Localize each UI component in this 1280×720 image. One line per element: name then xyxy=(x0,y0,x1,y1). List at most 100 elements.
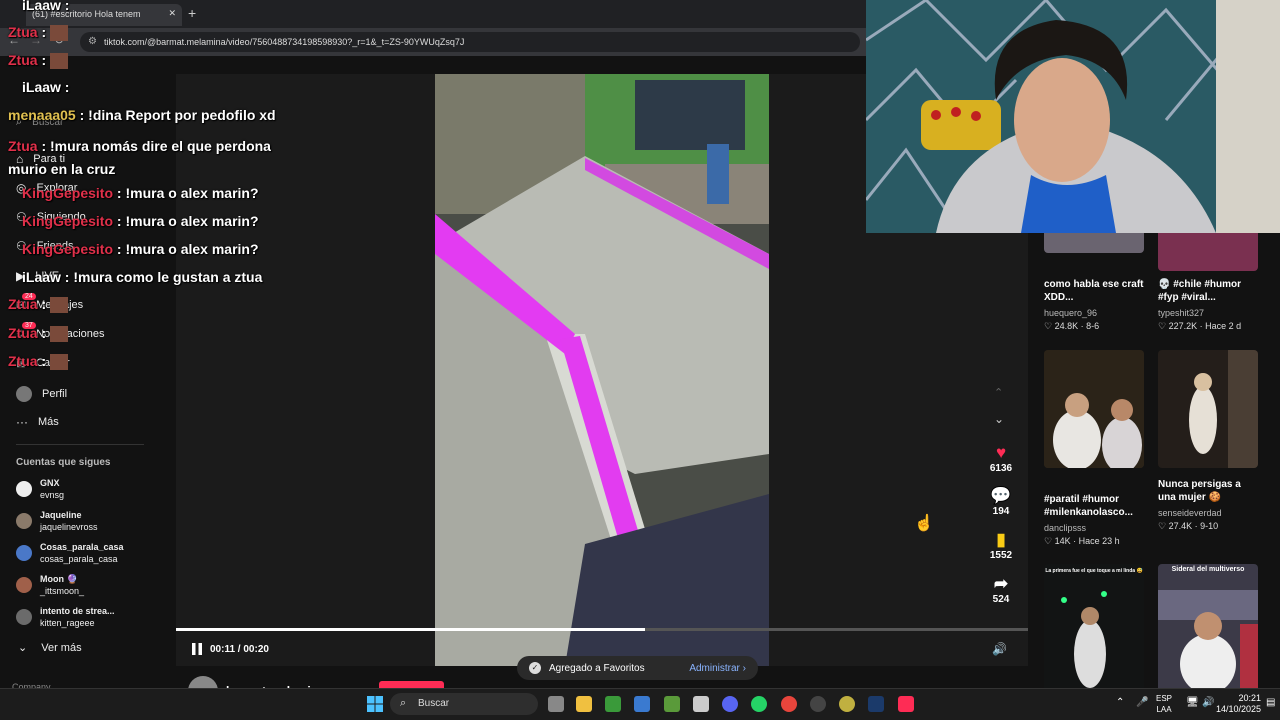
chat-message: Ztua : xyxy=(8,296,69,314)
chat-username: menaaa05 xyxy=(8,107,76,123)
feed-thumbnail xyxy=(1158,233,1258,271)
network-icon[interactable]: 🖥 xyxy=(1186,697,1199,708)
steam-icon[interactable] xyxy=(868,696,884,712)
feed-card[interactable]: Sideral del multiverso xyxy=(1158,564,1258,688)
webcam-image xyxy=(866,0,1280,233)
account-handle: cosas_parala_casa xyxy=(40,554,118,564)
chat-text: !mura o alex marin? xyxy=(125,213,259,229)
feed-user: typeshit327 xyxy=(1158,308,1205,318)
previous-video-button[interactable]: ⌃ xyxy=(994,386,1003,399)
taskbar-clock[interactable]: 20:21 14/10/2025 xyxy=(1216,693,1261,715)
address-bar[interactable]: tiktok.com/@barmat.melamina/video/756048… xyxy=(80,32,860,52)
thumbnail-caption: Sideral del multiverso xyxy=(1171,566,1245,573)
avatar xyxy=(16,545,32,561)
share-icon: ➦ xyxy=(993,574,1009,593)
discord-icon[interactable] xyxy=(722,696,738,712)
share-button[interactable]: ➦ 524 xyxy=(984,574,1018,605)
site-info-icon[interactable]: ⚙ xyxy=(88,36,97,47)
chat-message: iLaaw : xyxy=(22,79,70,95)
tray-chevron-icon[interactable]: ⌃ xyxy=(1116,697,1124,708)
chat-emote xyxy=(50,53,69,70)
chrome-icon[interactable] xyxy=(781,696,797,712)
chat-text: !mura o alex marin? xyxy=(125,241,259,257)
pause-button[interactable] xyxy=(190,642,204,656)
feed-meta: ♡ 27.4K · 9-10 xyxy=(1158,521,1219,531)
feed-card[interactable]: 💀 #chile #humor #fyp #viral... typeshit3… xyxy=(1158,233,1258,332)
feed-card[interactable]: La primera fue el que toque a mi linda 😅 xyxy=(1044,564,1144,688)
comment-button[interactable]: 💬 194 xyxy=(984,486,1018,517)
chat-emote xyxy=(50,354,69,371)
feed-card[interactable]: Nunca persigas a una mujer 🍪 senseidever… xyxy=(1158,350,1258,532)
account-name: GNX xyxy=(40,478,60,488)
next-video-button[interactable]: ⌄ xyxy=(994,412,1004,426)
video-content-image xyxy=(435,74,769,666)
chat-text: !mura como le gustan a ztua xyxy=(73,269,263,285)
feed-card[interactable]: como habla ese craft XDD... huequero_96 … xyxy=(1044,233,1144,332)
feed-user: danclipsss xyxy=(1044,523,1087,533)
volume-icon[interactable]: 🔊 xyxy=(992,642,1007,656)
chat-message: KingGepesito : !mura o alex marin? xyxy=(22,213,259,229)
following-account[interactable]: Cosas_parala_casa cosas_parala_casa xyxy=(16,541,124,565)
avatar xyxy=(16,481,32,497)
share-count: 524 xyxy=(992,594,1010,605)
tiktok-app-icon[interactable] xyxy=(898,696,914,712)
store-icon[interactable] xyxy=(634,696,650,712)
avatar xyxy=(16,513,32,529)
sidebar-divider xyxy=(16,444,144,445)
more-dots-icon: ··· xyxy=(16,415,28,429)
thumbnail-image xyxy=(1044,564,1144,688)
taskbar-search-label: Buscar xyxy=(418,698,450,709)
microphone-icon[interactable]: 🎤 xyxy=(1136,697,1148,708)
chat-text: !dina Report por pedofilo xd xyxy=(88,107,276,123)
save-count: 1552 xyxy=(989,550,1013,561)
feed-meta: ♡ 227.2K · Hace 2 d xyxy=(1158,321,1242,331)
app-icon-2[interactable] xyxy=(839,696,855,712)
chat-emote xyxy=(50,326,69,343)
following-account[interactable]: GNX evnsg xyxy=(16,477,64,501)
thumbnail-image xyxy=(1044,350,1144,468)
chat-message: Ztua : xyxy=(8,353,69,371)
sidebar-item-perfil[interactable]: Perfil xyxy=(16,386,67,402)
windows-start-icon[interactable] xyxy=(367,696,383,712)
account-name: intento de strea... xyxy=(40,606,115,616)
taskbar-search[interactable]: ⌕ Buscar xyxy=(390,693,538,715)
pause-icon xyxy=(192,643,202,655)
speaker-icon[interactable]: 🔊 xyxy=(1202,697,1214,708)
video-time: 00:11 / 00:20 xyxy=(210,644,269,655)
see-more-link[interactable]: ⌄ Ver más xyxy=(18,641,82,654)
account-name: Cosas_parala_casa xyxy=(40,542,124,552)
video-frame[interactable] xyxy=(435,74,769,666)
chat-message: KingGepesito : !mura o alex marin? xyxy=(22,241,259,257)
whatsapp-icon[interactable] xyxy=(751,696,767,712)
close-tab-icon[interactable]: ✕ xyxy=(168,8,176,19)
task-view-icon[interactable] xyxy=(548,696,564,712)
chat-username: Ztua xyxy=(8,138,38,154)
chat-username: Ztua xyxy=(8,353,38,369)
following-account[interactable]: Moon 🔮 _ittsmoon_ xyxy=(16,573,84,597)
obs-icon[interactable] xyxy=(810,696,826,712)
like-button[interactable]: ♥ 6136 xyxy=(984,443,1018,474)
feed-thumbnail xyxy=(1158,564,1258,688)
avatar xyxy=(16,577,32,593)
language-indicator[interactable]: ESP LAA xyxy=(1156,693,1172,715)
sidebar-item-mas[interactable]: ··· Más xyxy=(16,415,59,429)
feed-meta: ♡ 14K · Hace 23 h xyxy=(1044,536,1120,546)
chat-message: Ztua : xyxy=(8,24,69,42)
toast-message: Agregado a Favoritos xyxy=(549,662,645,674)
manage-link[interactable]: Administrar › xyxy=(689,663,746,674)
new-tab-button[interactable]: + xyxy=(188,5,196,21)
xbox-icon[interactable] xyxy=(605,696,621,712)
feed-card[interactable]: #paratil #humor #milenkanolasco... dancl… xyxy=(1044,350,1144,547)
chat-message: iLaaw : xyxy=(22,0,69,13)
file-explorer-icon[interactable] xyxy=(576,696,592,712)
following-account[interactable]: Jaqueline jaquelinevross xyxy=(16,509,98,533)
url-text: tiktok.com/@barmat.melamina/video/756048… xyxy=(104,37,465,47)
webcam-overlay xyxy=(866,0,1280,233)
minecraft-icon[interactable] xyxy=(664,696,680,712)
save-button[interactable]: ▮ 1552 xyxy=(984,530,1018,561)
following-account[interactable]: intento de strea... kitten_rageee xyxy=(16,605,115,629)
following-section-title: Cuentas que sigues xyxy=(16,457,111,468)
app-icon[interactable] xyxy=(693,696,709,712)
notification-icon[interactable]: ▤ xyxy=(1266,697,1275,708)
feed-description: como habla ese craft XDD... xyxy=(1044,279,1144,303)
